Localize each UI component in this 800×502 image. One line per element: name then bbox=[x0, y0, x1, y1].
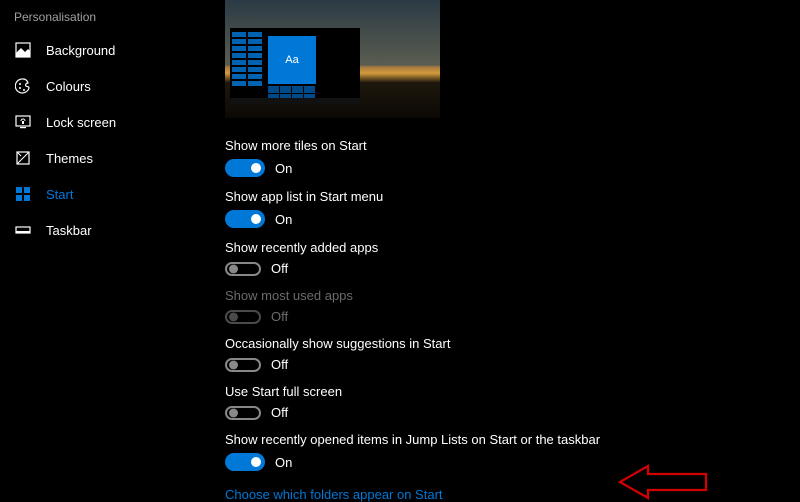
toggle-state: On bbox=[275, 212, 292, 227]
toggle-recently-added[interactable] bbox=[225, 262, 261, 276]
annotation-arrow bbox=[618, 464, 708, 500]
toggle-jump-lists[interactable] bbox=[225, 453, 265, 471]
nav-label: Themes bbox=[46, 151, 93, 166]
sidebar-item-background[interactable]: Background bbox=[0, 32, 195, 68]
setting-label: Show most used apps bbox=[225, 288, 600, 303]
toggle-state: On bbox=[275, 161, 292, 176]
sidebar-item-colours[interactable]: Colours bbox=[0, 68, 195, 104]
toggle-most-used bbox=[225, 310, 261, 324]
preview-tile-sample: Aa bbox=[268, 36, 316, 84]
setting-show-app-list: Show app list in Start menu On bbox=[225, 189, 600, 228]
setting-label: Show app list in Start menu bbox=[225, 189, 600, 204]
background-icon bbox=[14, 41, 32, 59]
lock-screen-icon bbox=[14, 113, 32, 131]
start-icon bbox=[14, 185, 32, 203]
setting-show-more-tiles: Show more tiles on Start On bbox=[225, 138, 600, 177]
setting-recently-added: Show recently added apps Off bbox=[225, 240, 600, 276]
setting-full-screen: Use Start full screen Off bbox=[225, 384, 600, 420]
setting-label: Occasionally show suggestions in Start bbox=[225, 336, 600, 351]
toggle-full-screen[interactable] bbox=[225, 406, 261, 420]
toggle-state: Off bbox=[271, 405, 288, 420]
start-settings-list: Show more tiles on Start On Show app lis… bbox=[225, 138, 600, 502]
toggle-state: Off bbox=[271, 357, 288, 372]
setting-label: Use Start full screen bbox=[225, 384, 600, 399]
nav-label: Lock screen bbox=[46, 115, 116, 130]
nav-label: Background bbox=[46, 43, 115, 58]
sidebar-item-taskbar[interactable]: Taskbar bbox=[0, 212, 195, 248]
colours-icon bbox=[14, 77, 32, 95]
sidebar: Personalisation Background Colours Lock … bbox=[0, 0, 195, 502]
toggle-suggestions[interactable] bbox=[225, 358, 261, 372]
setting-label: Show more tiles on Start bbox=[225, 138, 600, 153]
toggle-state: On bbox=[275, 455, 292, 470]
start-preview: Aa bbox=[225, 0, 440, 118]
content-area: Aa Show more tiles on Start On Show app … bbox=[225, 0, 785, 502]
nav-label: Start bbox=[46, 187, 73, 202]
setting-label: Show recently opened items in Jump Lists… bbox=[225, 432, 600, 447]
taskbar-icon bbox=[14, 221, 32, 239]
toggle-show-app-list[interactable] bbox=[225, 210, 265, 228]
sidebar-item-lock-screen[interactable]: Lock screen bbox=[0, 104, 195, 140]
nav-label: Colours bbox=[46, 79, 91, 94]
toggle-state: Off bbox=[271, 309, 288, 324]
setting-label: Show recently added apps bbox=[225, 240, 600, 255]
setting-suggestions: Occasionally show suggestions in Start O… bbox=[225, 336, 600, 372]
setting-most-used: Show most used apps Off bbox=[225, 288, 600, 324]
sidebar-item-themes[interactable]: Themes bbox=[0, 140, 195, 176]
toggle-show-more-tiles[interactable] bbox=[225, 159, 265, 177]
link-choose-folders[interactable]: Choose which folders appear on Start bbox=[225, 487, 443, 502]
themes-icon bbox=[14, 149, 32, 167]
toggle-state: Off bbox=[271, 261, 288, 276]
sidebar-title: Personalisation bbox=[0, 6, 195, 32]
setting-jump-lists: Show recently opened items in Jump Lists… bbox=[225, 432, 600, 471]
nav-label: Taskbar bbox=[46, 223, 92, 238]
sidebar-item-start[interactable]: Start bbox=[0, 176, 195, 212]
